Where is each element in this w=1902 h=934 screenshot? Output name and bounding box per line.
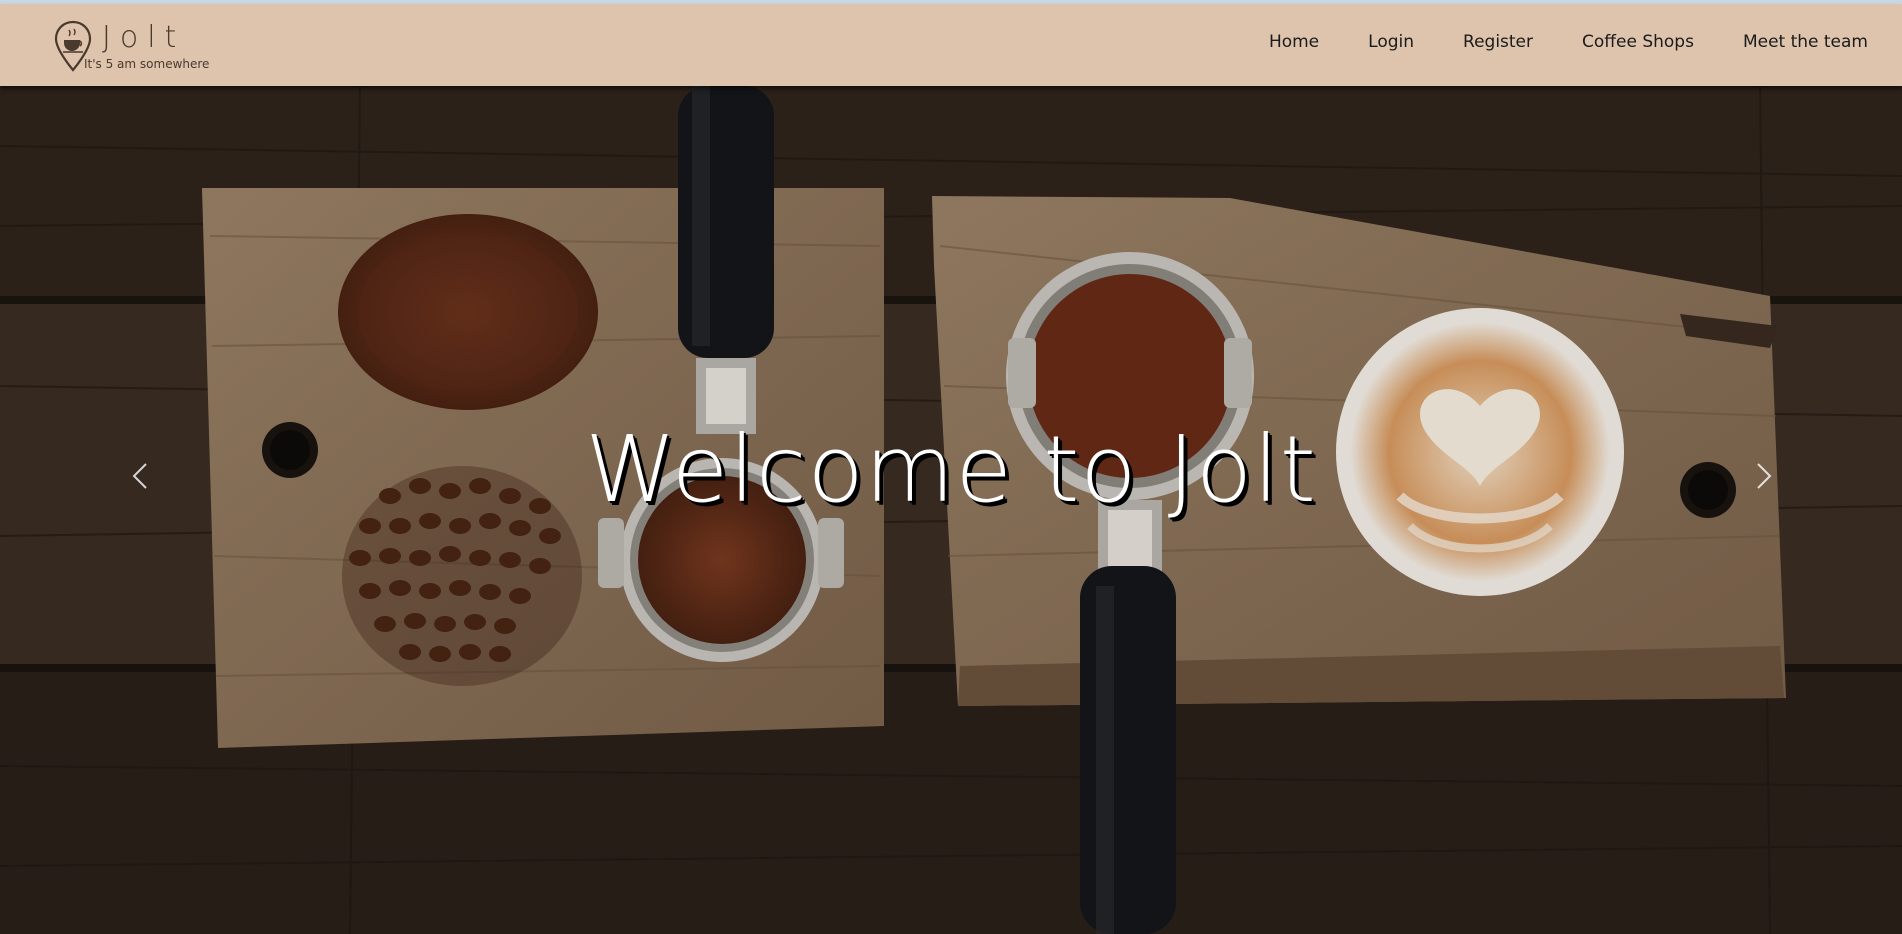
chevron-left-icon: [132, 463, 147, 489]
brand-name: Jolt: [102, 20, 186, 55]
nav-link-coffee-shops[interactable]: Coffee Shops: [1582, 32, 1694, 52]
carousel-prev-button[interactable]: [124, 446, 164, 506]
brand-tagline: It's 5 am somewhere: [84, 57, 210, 71]
hero-title: Welcome to Jolt: [585, 416, 1317, 523]
chevron-right-icon: [1757, 463, 1772, 489]
nav-link-home[interactable]: Home: [1269, 32, 1319, 52]
nav-link-login[interactable]: Login: [1368, 32, 1414, 52]
nav-link-meet-the-team[interactable]: Meet the team: [1743, 32, 1868, 52]
carousel-next-button[interactable]: [1740, 446, 1780, 506]
nav-link-register[interactable]: Register: [1463, 32, 1533, 52]
navbar: Jolt It's 5 am somewhere Home Login Regi…: [0, 4, 1902, 86]
nav-links: Home Login Register Coffee Shops Meet th…: [1220, 4, 1868, 80]
hero-carousel: Welcome to Jolt: [0, 86, 1902, 934]
brand-logo[interactable]: Jolt It's 5 am somewhere: [54, 20, 234, 76]
